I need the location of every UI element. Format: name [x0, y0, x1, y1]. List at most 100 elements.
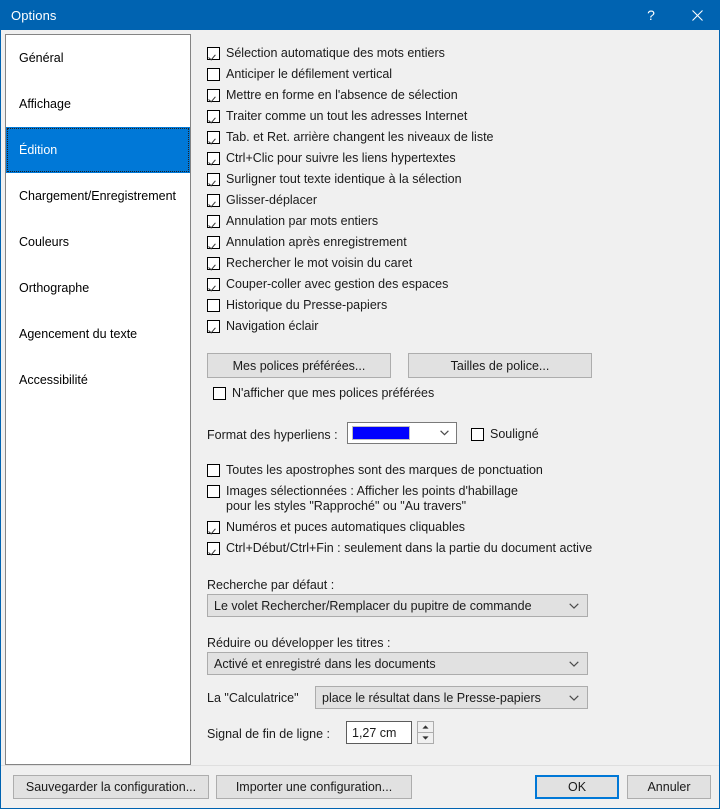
checkbox-row-cut-paste-space-handling[interactable]: Couper-coller avec gestion des espaces: [207, 277, 448, 292]
hyperlink-color-combobox[interactable]: [347, 422, 457, 444]
checkbox-row-clipboard-history[interactable]: Historique du Presse-papiers: [207, 298, 387, 313]
dialog-footer: Sauvegarder la configuration... Importer…: [1, 765, 719, 807]
checkbox-box[interactable]: [207, 278, 220, 291]
import-configuration-button[interactable]: Importer une configuration...: [216, 775, 412, 799]
checkbox-row-hyperlink-underline[interactable]: Souligné: [471, 427, 539, 442]
checkbox-row-search-word-near-caret[interactable]: Rechercher le mot voisin du caret: [207, 256, 412, 271]
chevron-down-icon: [569, 660, 579, 667]
save-configuration-button[interactable]: Sauvegarder la configuration...: [13, 775, 209, 799]
checkbox-row-selected-images-wrap-points[interactable]: Images sélectionnées : Afficher les poin…: [207, 484, 518, 514]
sidebar-item-chargement-enregistrement[interactable]: Chargement/Enregistrement: [6, 173, 190, 219]
checkbox-row-format-without-selection[interactable]: Mettre en forme en l'absence de sélectio…: [207, 88, 458, 103]
ok-button[interactable]: OK: [535, 775, 619, 799]
checkbox-row-only-preferred-fonts[interactable]: N'afficher que mes polices préférées: [213, 386, 434, 401]
collapse-headings-label: Réduire ou développer les titres :: [207, 636, 391, 650]
sidebar-item-agencement-du-texte[interactable]: Agencement du texte: [6, 311, 190, 357]
button-label: OK: [567, 780, 587, 794]
sidebar-item-label: Affichage: [19, 97, 71, 111]
options-category-list[interactable]: Général Affichage Édition Chargement/Enr…: [5, 34, 191, 765]
checkbox-label: Traiter comme un tout les adresses Inter…: [226, 109, 468, 123]
checkbox-row-tab-backspace-list-levels[interactable]: Tab. et Ret. arrière changent les niveau…: [207, 130, 494, 145]
default-search-combobox[interactable]: Le volet Rechercher/Remplacer du pupitre…: [207, 594, 588, 617]
checkbox-box[interactable]: [207, 89, 220, 102]
sidebar-item-general[interactable]: Général: [6, 35, 190, 81]
checkbox-box[interactable]: [207, 47, 220, 60]
checkbox-label: Sélection automatique des mots entiers: [226, 46, 445, 60]
checkbox-row-clickable-auto-numbers-bullets[interactable]: Numéros et puces automatiques cliquables: [207, 520, 465, 535]
checkbox-box[interactable]: [207, 257, 220, 270]
title-bar-buttons: ?: [628, 0, 720, 30]
checkbox-box[interactable]: [207, 320, 220, 333]
checkbox-box[interactable]: [207, 173, 220, 186]
chevron-down-icon: [569, 694, 579, 701]
checkbox-row-highlight-identical-text[interactable]: Surligner tout texte identique à la séle…: [207, 172, 462, 187]
checkbox-label: Surligner tout texte identique à la séle…: [226, 172, 462, 186]
combobox-value: Le volet Rechercher/Remplacer du pupitre…: [214, 598, 532, 613]
checkbox-row-internet-addresses-whole[interactable]: Traiter comme un tout les adresses Inter…: [207, 109, 467, 124]
button-label: Importer une configuration...: [235, 780, 393, 794]
checkbox-label: Historique du Presse-papiers: [226, 298, 388, 312]
button-label: Sauvegarder la configuration...: [25, 780, 197, 794]
calculator-combobox[interactable]: place le résultat dans le Presse-papiers: [315, 686, 588, 709]
preferred-fonts-button[interactable]: Mes polices préférées...: [207, 353, 391, 378]
checkbox-label: Annulation après enregistrement: [226, 235, 407, 249]
checkbox-row-undo-after-save[interactable]: Annulation après enregistrement: [207, 235, 407, 250]
checkbox-box[interactable]: [213, 387, 226, 400]
stepper-down-icon[interactable]: [418, 733, 433, 744]
checkbox-box[interactable]: [207, 485, 220, 498]
line-end-signal-stepper[interactable]: [417, 721, 434, 744]
checkbox-box[interactable]: [207, 521, 220, 534]
font-sizes-button[interactable]: Tailles de police...: [408, 353, 592, 378]
checkbox-row-drag-and-drop[interactable]: Glisser-déplacer: [207, 193, 317, 208]
sidebar-item-couleurs[interactable]: Couleurs: [6, 219, 190, 265]
line-end-signal-label: Signal de fin de ligne :: [207, 727, 331, 741]
checkbox-label: Glisser-déplacer: [226, 193, 318, 207]
checkbox-box[interactable]: [471, 428, 484, 441]
combobox-value: place le résultat dans le Presse-papiers: [322, 690, 541, 705]
checkbox-label: Navigation éclair: [226, 319, 319, 333]
help-icon[interactable]: ?: [628, 0, 674, 30]
stepper-up-icon[interactable]: [418, 722, 433, 733]
checkbox-label: Images sélectionnées : Afficher les poin…: [226, 484, 518, 513]
checkbox-box[interactable]: [207, 236, 220, 249]
checkbox-label: Ctrl+Clic pour suivre les liens hypertex…: [226, 151, 456, 165]
checkbox-row-undo-whole-words[interactable]: Annulation par mots entiers: [207, 214, 378, 229]
checkbox-box[interactable]: [207, 194, 220, 207]
checkbox-label: Mettre en forme en l'absence de sélectio…: [226, 88, 458, 102]
checkbox-box[interactable]: [207, 152, 220, 165]
checkbox-label: Couper-coller avec gestion des espaces: [226, 277, 449, 291]
collapse-headings-combobox[interactable]: Activé et enregistré dans les documents: [207, 652, 588, 675]
checkbox-row-apostrophes-punctuation[interactable]: Toutes les apostrophes sont des marques …: [207, 463, 543, 478]
checkbox-row-anticipate-vertical-scroll[interactable]: Anticiper le défilement vertical: [207, 67, 392, 82]
chevron-down-icon: [569, 602, 579, 609]
combobox-value: Activé et enregistré dans les documents: [214, 656, 436, 671]
calculator-label: La "Calculatrice": [207, 691, 299, 705]
checkbox-box[interactable]: [207, 299, 220, 312]
hyperlink-color-swatch: [352, 426, 410, 440]
checkbox-box[interactable]: [207, 215, 220, 228]
close-icon[interactable]: [674, 0, 720, 30]
checkbox-label: Numéros et puces automatiques cliquables: [226, 520, 466, 534]
checkbox-row-flash-navigation[interactable]: Navigation éclair: [207, 319, 318, 334]
checkbox-row-auto-word-select[interactable]: Sélection automatique des mots entiers: [207, 46, 445, 61]
checkbox-label: Tab. et Ret. arrière changent les niveau…: [226, 130, 494, 144]
sidebar-item-label: Chargement/Enregistrement: [19, 189, 177, 203]
title-bar: Options ?: [0, 0, 720, 30]
sidebar-item-edition[interactable]: Édition: [6, 127, 190, 173]
checkbox-box[interactable]: [207, 110, 220, 123]
edition-settings-panel: Sélection automatique des mots entiers A…: [197, 30, 717, 765]
sidebar-item-orthographe[interactable]: Orthographe: [6, 265, 190, 311]
checkbox-box[interactable]: [207, 542, 220, 555]
button-label: Annuler: [647, 780, 691, 794]
checkbox-box[interactable]: [207, 68, 220, 81]
checkbox-row-ctrl-home-end-active-part[interactable]: Ctrl+Début/Ctrl+Fin : seulement dans la …: [207, 541, 592, 556]
cancel-button[interactable]: Annuler: [627, 775, 711, 799]
sidebar-item-affichage[interactable]: Affichage: [6, 81, 190, 127]
sidebar-item-label: Agencement du texte: [19, 327, 138, 341]
line-end-signal-input[interactable]: 1,27 cm: [346, 721, 412, 744]
default-search-label: Recherche par défaut :: [207, 578, 335, 592]
sidebar-item-accessibilite[interactable]: Accessibilité: [6, 357, 190, 403]
checkbox-box[interactable]: [207, 131, 220, 144]
checkbox-row-ctrl-click-hyperlinks[interactable]: Ctrl+Clic pour suivre les liens hypertex…: [207, 151, 456, 166]
checkbox-box[interactable]: [207, 464, 220, 477]
